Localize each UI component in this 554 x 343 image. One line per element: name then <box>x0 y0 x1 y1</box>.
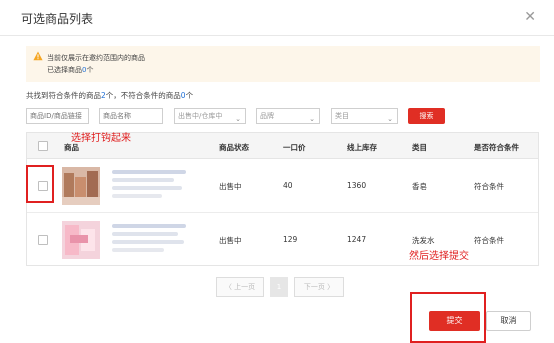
row-category: 香皂 <box>412 182 427 191</box>
cancel-button[interactable]: 取消 <box>486 311 531 331</box>
header-price: 一口价 <box>283 143 306 152</box>
found-summary: 共找到符合条件的商品2个，不符合条件的商品0个 <box>26 90 193 101</box>
header-status: 商品状态 <box>219 143 249 152</box>
header-category: 类目 <box>412 143 427 152</box>
warning-triangle-icon <box>33 51 43 61</box>
selected-count-prefix: 已选择商品 <box>47 66 82 74</box>
row-checkbox[interactable] <box>38 235 48 245</box>
product-id-blurred <box>112 194 162 198</box>
found-mid: 个，不符合条件的商品 <box>105 91 181 100</box>
product-thumbnail <box>62 167 100 205</box>
search-button[interactable]: 搜索 <box>408 108 445 124</box>
row-status: 出售中 <box>219 182 242 191</box>
status-select[interactable]: 出售中/仓库中 ⌄ <box>174 108 246 124</box>
close-icon[interactable]: ✕ <box>524 9 536 25</box>
row-eligible: 符合条件 <box>474 236 504 245</box>
notice-text: 当前仅展示在邀约范围内的商品 <box>47 54 145 62</box>
found-prefix: 共找到符合条件的商品 <box>26 91 101 100</box>
row-eligible: 符合条件 <box>474 182 504 191</box>
selected-count-suffix: 个 <box>86 66 94 74</box>
product-id-input[interactable] <box>26 108 89 124</box>
product-id-blurred <box>112 248 164 252</box>
header-stock: 线上库存 <box>347 143 377 152</box>
row-status: 出售中 <box>219 236 242 245</box>
category-select-value: 类目 <box>335 112 349 120</box>
product-title-blurred <box>112 224 186 228</box>
chevron-down-icon: ⌄ <box>309 115 315 123</box>
chevron-down-icon: ⌄ <box>387 115 393 123</box>
chevron-down-icon: ⌄ <box>235 115 241 123</box>
product-table: 商品 商品状态 一口价 线上库存 类目 是否符合条件 出售中 40 1360 香… <box>26 132 539 266</box>
submit-button[interactable]: 提交 <box>429 311 480 331</box>
category-select[interactable]: 类目 ⌄ <box>331 108 398 124</box>
prev-page-button[interactable]: 〈 上一页 <box>216 277 264 297</box>
status-select-value: 出售中/仓库中 <box>178 112 223 120</box>
selected-count-text: 已选择商品0个 <box>47 65 93 75</box>
product-title-blurred <box>112 178 174 182</box>
dialog-header: 可选商品列表 ✕ <box>0 0 554 36</box>
row-category: 洗发水 <box>412 236 435 245</box>
header-eligible: 是否符合条件 <box>474 143 519 152</box>
brand-select-value: 品牌 <box>260 112 274 120</box>
product-title-blurred <box>112 170 186 174</box>
dialog-title: 可选商品列表 <box>21 12 94 26</box>
row-price: 129 <box>283 235 298 244</box>
page-1-button[interactable]: 1 <box>270 277 288 297</box>
annotation-submit-hint: 然后选择提交 <box>409 251 469 262</box>
row-price: 40 <box>283 181 293 190</box>
annotation-box-checkbox <box>26 165 54 203</box>
product-title-blurred <box>112 240 184 244</box>
product-thumbnail <box>62 221 100 259</box>
select-all-checkbox[interactable] <box>38 141 48 151</box>
product-title-blurred <box>112 232 178 236</box>
row-stock: 1247 <box>347 235 367 244</box>
found-suffix: 个 <box>185 91 194 100</box>
next-page-button[interactable]: 下一页 〉 <box>294 277 344 297</box>
table-row[interactable]: 出售中 40 1360 香皂 符合条件 <box>27 159 538 213</box>
product-list-dialog: 可选商品列表 ✕ 当前仅展示在邀约范围内的商品 已选择商品0个 共找到符合条件的… <box>0 0 554 343</box>
row-stock: 1360 <box>347 181 367 190</box>
notice-banner: 当前仅展示在邀约范围内的商品 已选择商品0个 <box>26 46 540 82</box>
product-title-blurred <box>112 186 182 190</box>
product-name-input[interactable] <box>99 108 163 124</box>
annotation-checkbox-hint: 选择打钩起来 <box>71 133 131 144</box>
brand-select[interactable]: 品牌 ⌄ <box>256 108 320 124</box>
